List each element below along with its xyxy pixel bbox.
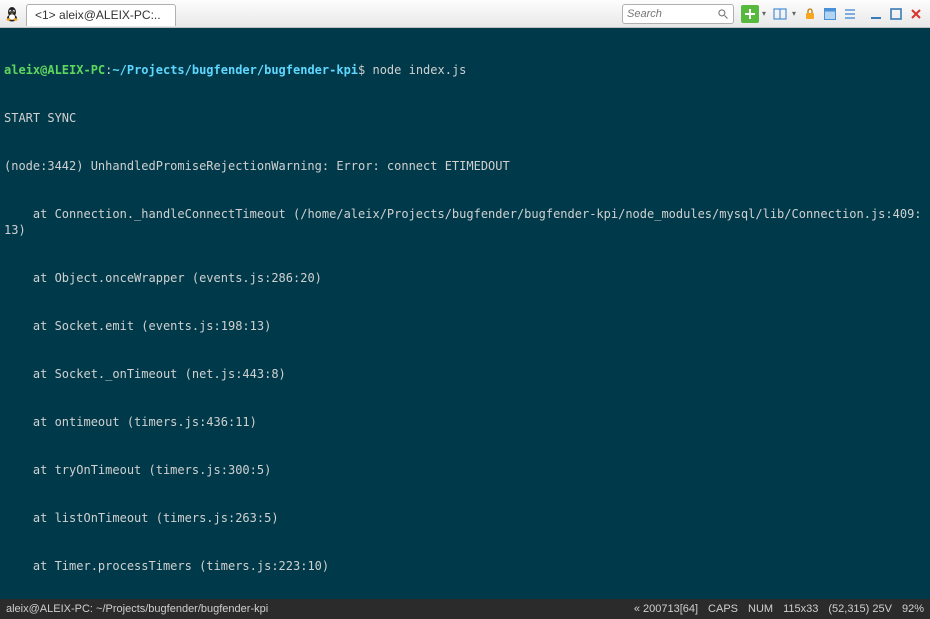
close-button[interactable] <box>907 6 925 22</box>
prompt-path: ~/Projects/bugfender/bugfender-kpi <box>112 63 358 77</box>
output-line: at ontimeout (timers.js:436:11) <box>4 414 926 430</box>
new-tab-button[interactable] <box>741 5 759 23</box>
panes-dropdown[interactable]: ▾ <box>790 5 798 23</box>
terminal-output[interactable]: aleix@ALEIX-PC:~/Projects/bugfender/bugf… <box>0 28 930 599</box>
titlebar: <1> aleix@ALEIX-PC:.. ▾ ▾ <box>0 0 930 28</box>
lock-button[interactable] <box>801 5 819 23</box>
output-line: at Socket.emit (events.js:198:13) <box>4 318 926 334</box>
output-line: START SYNC <box>4 110 926 126</box>
statusbar-size: 115x33 <box>783 603 818 615</box>
tab-title[interactable]: <1> aleix@ALEIX-PC:.. <box>26 4 176 26</box>
output-line: at Connection._handleConnectTimeout (/ho… <box>4 206 926 238</box>
view-button[interactable] <box>821 5 839 23</box>
search-input[interactable] <box>627 8 717 20</box>
search-icon[interactable] <box>717 8 729 20</box>
statusbar-pct: 92% <box>902 603 924 615</box>
list-button[interactable] <box>841 5 859 23</box>
output-line: (node:3442) UnhandledPromiseRejectionWar… <box>4 158 926 174</box>
statusbar-buffer: « 200713[64] <box>634 603 698 615</box>
statusbar-num: NUM <box>748 603 773 615</box>
output-line: at Socket._onTimeout (net.js:443:8) <box>4 366 926 382</box>
output-line: at Object.onceWrapper (events.js:286:20) <box>4 270 926 286</box>
prompt-user: aleix@ALEIX-PC <box>4 63 105 77</box>
statusbar-pos: (52,315) 25V <box>828 603 892 615</box>
output-line: at Timer.processTimers (timers.js:223:10… <box>4 558 926 574</box>
minimize-button[interactable] <box>867 6 885 22</box>
output-line: at listOnTimeout (timers.js:263:5) <box>4 510 926 526</box>
panes-button[interactable] <box>771 5 789 23</box>
search-box[interactable] <box>622 4 734 24</box>
output-line: at tryOnTimeout (timers.js:300:5) <box>4 462 926 478</box>
statusbar: aleix@ALEIX-PC: ~/Projects/bugfender/bug… <box>0 599 930 619</box>
prompt-line: aleix@ALEIX-PC:~/Projects/bugfender/bugf… <box>4 62 926 78</box>
statusbar-path: aleix@ALEIX-PC: ~/Projects/bugfender/bug… <box>6 603 624 615</box>
statusbar-caps: CAPS <box>708 603 738 615</box>
tux-icon <box>4 6 20 22</box>
maximize-button[interactable] <box>887 6 905 22</box>
new-tab-dropdown[interactable]: ▾ <box>760 5 768 23</box>
prompt-command: node index.js <box>372 63 466 77</box>
